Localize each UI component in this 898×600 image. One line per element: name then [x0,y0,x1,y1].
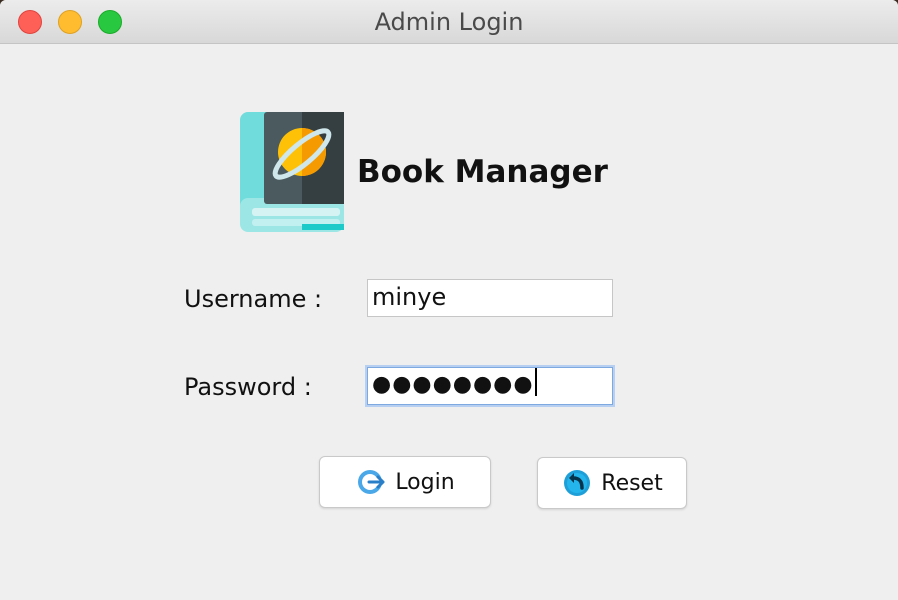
app-title: Book Manager [357,154,608,190]
password-masked-value: ●●●●●●●● [372,372,534,397]
reset-button[interactable]: Reset [537,457,687,509]
login-button[interactable]: Login [319,456,491,508]
reset-button-label: Reset [601,470,663,496]
login-arrow-icon [358,470,385,494]
login-window: Admin Login Book Manager Username : miny… [0,0,898,600]
text-caret [534,368,537,396]
book-planet-icon [240,112,344,232]
username-label: Username : [184,285,323,313]
login-button-label: Login [395,469,455,495]
title-bar[interactable]: Admin Login [0,0,898,44]
reset-undo-icon [564,470,591,496]
password-label: Password : [184,373,312,401]
password-field[interactable]: ●●●●●●●● [367,367,613,405]
username-field[interactable]: minye [367,279,613,317]
window-title: Admin Login [374,8,524,36]
